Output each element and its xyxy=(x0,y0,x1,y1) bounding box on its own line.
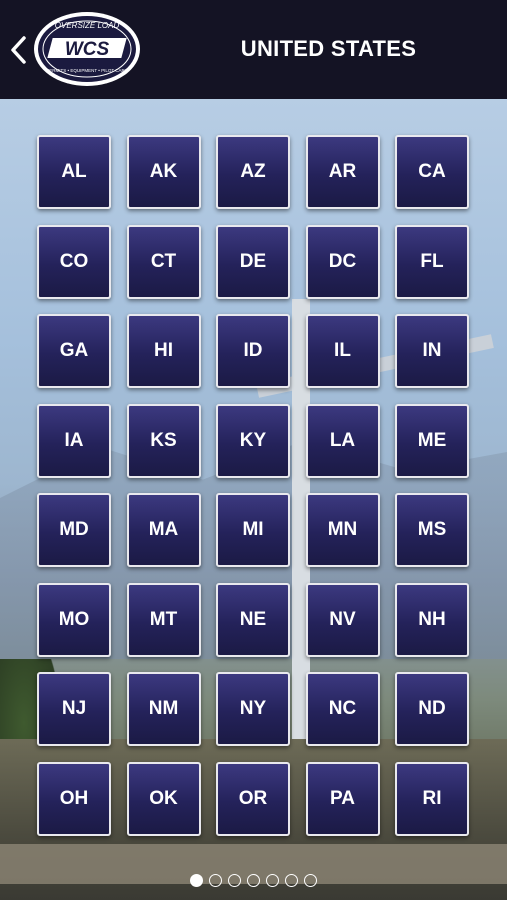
page-dot[interactable] xyxy=(266,874,279,887)
page-dot[interactable] xyxy=(247,874,260,887)
state-button-al[interactable]: AL xyxy=(37,135,111,209)
state-button-ri[interactable]: RI xyxy=(395,761,469,836)
state-button-nv[interactable]: NV xyxy=(305,582,380,657)
state-button-mi[interactable]: MI xyxy=(216,493,290,567)
state-button-dc[interactable]: DC xyxy=(305,224,380,299)
state-button-fl[interactable]: FL xyxy=(395,224,469,299)
state-button-ne[interactable]: NE xyxy=(216,582,290,657)
state-button-co[interactable]: CO xyxy=(37,224,111,299)
state-button-ky[interactable]: KY xyxy=(216,403,290,478)
state-button-md[interactable]: MD xyxy=(37,493,111,567)
state-button-oh[interactable]: OH xyxy=(37,761,111,836)
state-button-nh[interactable]: NH xyxy=(395,582,469,657)
state-button-ny[interactable]: NY xyxy=(216,672,290,746)
state-button-id[interactable]: ID xyxy=(216,314,290,388)
state-button-il[interactable]: IL xyxy=(305,314,380,388)
state-button-la[interactable]: LA xyxy=(305,403,380,478)
state-button-nj[interactable]: NJ xyxy=(37,672,111,746)
state-button-nd[interactable]: ND xyxy=(395,672,469,746)
logo-main-text: WCS xyxy=(65,39,110,60)
logo-top-text: OVERSIZE LOAD xyxy=(55,21,120,30)
state-button-ar[interactable]: AR xyxy=(305,135,380,209)
state-button-or[interactable]: OR xyxy=(216,761,290,836)
chevron-left-icon[interactable] xyxy=(8,34,30,66)
state-button-ga[interactable]: GA xyxy=(37,314,111,388)
page-dot[interactable] xyxy=(285,874,298,887)
state-button-ms[interactable]: MS xyxy=(395,493,469,567)
state-button-az[interactable]: AZ xyxy=(216,135,290,209)
logo-bottom-text: PERMITS • EQUIPMENT • PILOT CARS xyxy=(46,68,128,73)
state-button-pa[interactable]: PA xyxy=(305,761,380,836)
state-button-ct[interactable]: CT xyxy=(126,224,201,299)
state-button-mt[interactable]: MT xyxy=(126,582,201,657)
state-button-ma[interactable]: MA xyxy=(126,493,201,567)
page-dot[interactable] xyxy=(228,874,241,887)
page-dot[interactable] xyxy=(209,874,222,887)
state-button-mo[interactable]: MO xyxy=(37,582,111,657)
state-button-ak[interactable]: AK xyxy=(126,135,201,209)
state-grid: AL AK AZ AR CA CO CT DE DC FL GA HI ID IL IN IA KS KY LA ME… xyxy=(37,135,469,836)
state-button-in[interactable]: IN xyxy=(395,314,469,388)
header-bar: OVERSIZE LOAD WCS PERMITS • EQUIPMENT • … xyxy=(0,0,507,99)
state-button-ca[interactable]: CA xyxy=(395,135,469,209)
state-button-ks[interactable]: KS xyxy=(126,403,201,478)
state-button-mn[interactable]: MN xyxy=(305,493,380,567)
page-dot[interactable] xyxy=(190,874,203,887)
state-button-de[interactable]: DE xyxy=(216,224,290,299)
state-button-me[interactable]: ME xyxy=(395,403,469,478)
page-title: UNITED STATES xyxy=(240,36,417,61)
state-button-hi[interactable]: HI xyxy=(126,314,201,388)
state-button-ia[interactable]: IA xyxy=(37,403,111,478)
state-button-nm[interactable]: NM xyxy=(126,672,201,746)
wcs-logo: OVERSIZE LOAD WCS PERMITS • EQUIPMENT • … xyxy=(34,12,140,86)
state-button-ok[interactable]: OK xyxy=(126,761,201,836)
state-button-nc[interactable]: NC xyxy=(305,672,380,746)
page-indicator[interactable] xyxy=(0,874,507,887)
page-dot[interactable] xyxy=(304,874,317,887)
